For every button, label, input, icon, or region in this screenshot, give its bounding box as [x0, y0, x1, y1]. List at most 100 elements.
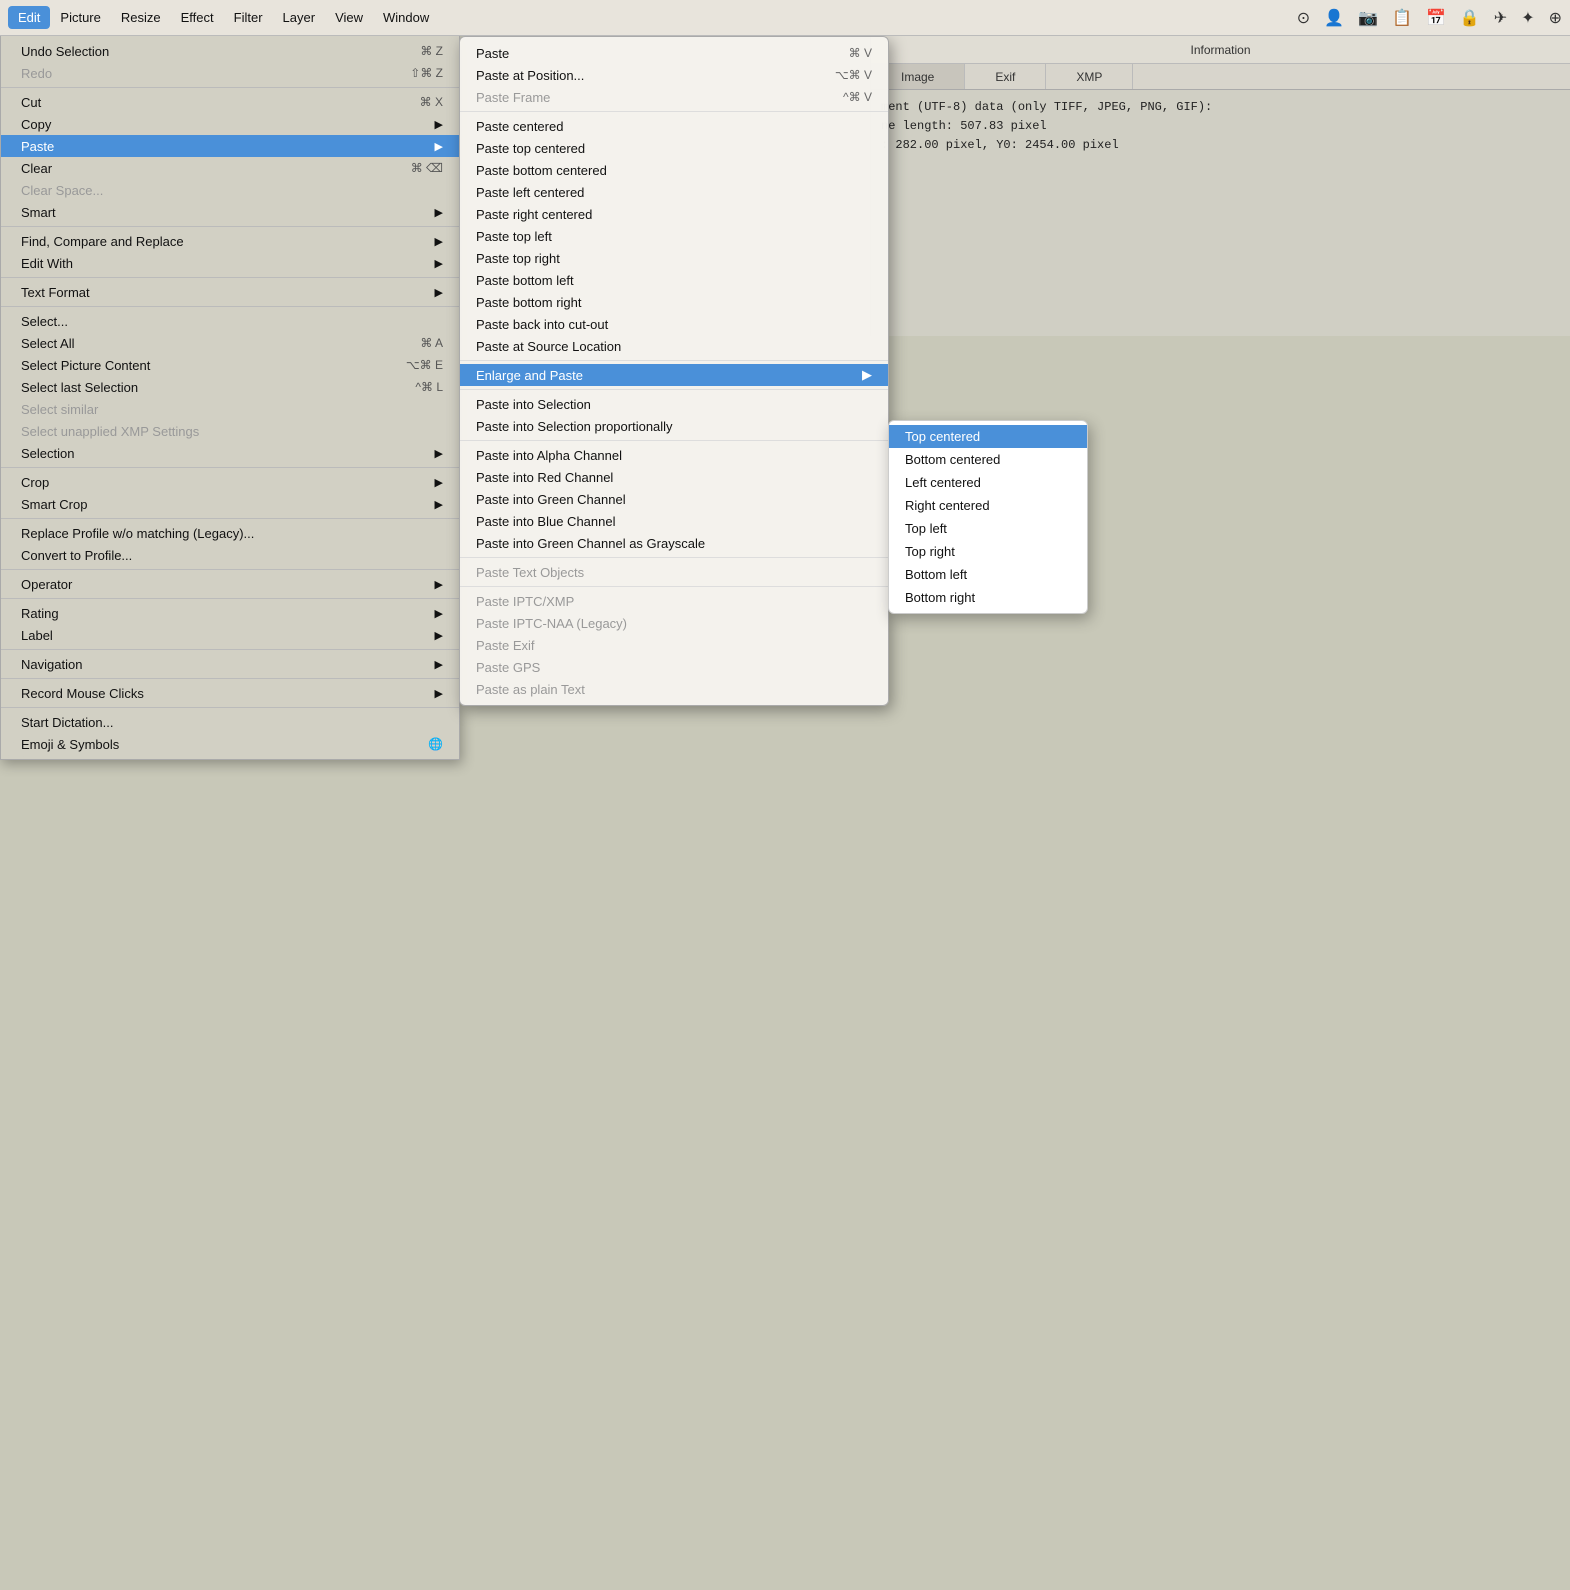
paste-top-centered[interactable]: Paste top centered: [460, 137, 888, 159]
menubar-view[interactable]: View: [325, 6, 373, 29]
menubar-resize[interactable]: Resize: [111, 6, 171, 29]
menu-undo[interactable]: Undo Selection ⌘ Z: [1, 40, 459, 62]
menu-redo-label: Redo: [21, 66, 52, 81]
enlarge-left-centered[interactable]: Left centered: [889, 471, 1087, 494]
menu-convert-profile[interactable]: Convert to Profile...: [1, 544, 459, 566]
clipboard-icon[interactable]: 📋: [1392, 8, 1412, 28]
menubar-filter[interactable]: Filter: [224, 6, 273, 29]
separator-2: [1, 226, 459, 227]
menu-crop[interactable]: Crop ▶: [1, 471, 459, 493]
menu-selection[interactable]: Selection ▶: [1, 442, 459, 464]
paste-right-centered[interactable]: Paste right centered: [460, 203, 888, 225]
menu-rating-label: Rating: [21, 606, 59, 621]
paste-bottom-right[interactable]: Paste bottom right: [460, 291, 888, 313]
menu-select-all-shortcut: ⌘ A: [420, 336, 443, 350]
menu-text-format[interactable]: Text Format ▶: [1, 281, 459, 303]
paste-at-position[interactable]: Paste at Position... ⌥⌘ V: [460, 64, 888, 86]
paste-red[interactable]: Paste into Red Channel: [460, 466, 888, 488]
menu-replace-profile[interactable]: Replace Profile w/o matching (Legacy)...: [1, 522, 459, 544]
menu-clear[interactable]: Clear ⌘ ⌫: [1, 157, 459, 179]
enlarge-right-centered[interactable]: Right centered: [889, 494, 1087, 517]
plane-icon[interactable]: ✈: [1494, 8, 1507, 28]
paste-source-location[interactable]: Paste at Source Location: [460, 335, 888, 357]
tab-exif[interactable]: Exif: [965, 64, 1046, 89]
paste-sep-2: [460, 360, 888, 361]
tab-xmp[interactable]: XMP: [1046, 64, 1133, 89]
separator-3: [1, 277, 459, 278]
menu-text-format-arrow: ▶: [435, 286, 443, 299]
paste-green[interactable]: Paste into Green Channel: [460, 488, 888, 510]
paste-bottom-centered[interactable]: Paste bottom centered: [460, 159, 888, 181]
menu-copy-label: Copy: [21, 117, 51, 132]
enlarge-bottom-left[interactable]: Bottom left: [889, 563, 1087, 586]
menu-navigation-arrow: ▶: [435, 658, 443, 671]
lock-icon[interactable]: 🔒: [1460, 8, 1480, 28]
menu-navigation[interactable]: Navigation ▶: [1, 653, 459, 675]
target-icon[interactable]: ⊙: [1297, 8, 1310, 28]
paste-into-selection[interactable]: Paste into Selection: [460, 393, 888, 415]
enlarge-bottom-centered[interactable]: Bottom centered: [889, 448, 1087, 471]
menu-record-mouse[interactable]: Record Mouse Clicks ▶: [1, 682, 459, 704]
enlarge-top-right[interactable]: Top right: [889, 540, 1087, 563]
menu-copy[interactable]: Copy ▶: [1, 113, 459, 135]
separator-9: [1, 649, 459, 650]
paste-back-cutout[interactable]: Paste back into cut-out: [460, 313, 888, 335]
paste-left-centered-label: Paste left centered: [476, 185, 584, 200]
paste-centered[interactable]: Paste centered: [460, 115, 888, 137]
camera-icon[interactable]: 📷: [1358, 8, 1378, 28]
menu-smart[interactable]: Smart ▶: [1, 201, 459, 223]
menu-smart-arrow: ▶: [435, 206, 443, 219]
paste-text-objects: Paste Text Objects: [460, 561, 888, 583]
enlarge-top-left[interactable]: Top left: [889, 517, 1087, 540]
enlarge-top-left-label: Top left: [905, 521, 947, 536]
menubar-edit[interactable]: Edit: [8, 6, 50, 29]
paste-green-grayscale[interactable]: Paste into Green Channel as Grayscale: [460, 532, 888, 554]
menu-select[interactable]: Select...: [1, 310, 459, 332]
menubar-window[interactable]: Window: [373, 6, 439, 29]
menu-label[interactable]: Label ▶: [1, 624, 459, 646]
menu-rating[interactable]: Rating ▶: [1, 602, 459, 624]
menu-replace-profile-label: Replace Profile w/o matching (Legacy)...: [21, 526, 254, 541]
paste-gps: Paste GPS: [460, 656, 888, 678]
menubar-effect[interactable]: Effect: [171, 6, 224, 29]
menu-smart-crop[interactable]: Smart Crop ▶: [1, 493, 459, 515]
paste-submenu: Paste ⌘ V Paste at Position... ⌥⌘ V Past…: [459, 36, 889, 706]
paste-left-centered[interactable]: Paste left centered: [460, 181, 888, 203]
menu-navigation-label: Navigation: [21, 657, 82, 672]
menu-edit-with[interactable]: Edit With ▶: [1, 252, 459, 274]
menubar-picture[interactable]: Picture: [50, 6, 110, 29]
menubar-layer[interactable]: Layer: [273, 6, 326, 29]
menu-select-all[interactable]: Select All ⌘ A: [1, 332, 459, 354]
menu-select-picture[interactable]: Select Picture Content ⌥⌘ E: [1, 354, 459, 376]
paste-green-grayscale-label: Paste into Green Channel as Grayscale: [476, 536, 705, 551]
enlarge-top-centered[interactable]: Top centered: [889, 425, 1087, 448]
info-panel: Information Image Exif XMP ment (UTF-8) …: [870, 36, 1570, 336]
plus-circle-icon[interactable]: ⊕: [1549, 8, 1562, 28]
paste-bottom-left[interactable]: Paste bottom left: [460, 269, 888, 291]
paste-top-left[interactable]: Paste top left: [460, 225, 888, 247]
paste-into-selection-prop[interactable]: Paste into Selection proportionally: [460, 415, 888, 437]
paste-blue[interactable]: Paste into Blue Channel: [460, 510, 888, 532]
paste-alpha[interactable]: Paste into Alpha Channel: [460, 444, 888, 466]
user-icon[interactable]: 👤: [1324, 8, 1344, 28]
menu-find[interactable]: Find, Compare and Replace ▶: [1, 230, 459, 252]
menu-copy-arrow: ▶: [435, 118, 443, 131]
paste-top-right[interactable]: Paste top right: [460, 247, 888, 269]
separator-1: [1, 87, 459, 88]
enlarge-bottom-right[interactable]: Bottom right: [889, 586, 1087, 609]
paste-paste-shortcut: ⌘ V: [849, 46, 872, 60]
menu-paste[interactable]: Paste ▶: [1, 135, 459, 157]
paste-paste[interactable]: Paste ⌘ V: [460, 42, 888, 64]
menu-select-last[interactable]: Select last Selection ^⌘ L: [1, 376, 459, 398]
menu-dictation[interactable]: Start Dictation...: [1, 711, 459, 733]
paste-top-centered-label: Paste top centered: [476, 141, 585, 156]
menu-cut[interactable]: Cut ⌘ X: [1, 91, 459, 113]
star-icon[interactable]: ✦: [1521, 8, 1534, 28]
menu-operator[interactable]: Operator ▶: [1, 573, 459, 595]
menu-rating-arrow: ▶: [435, 607, 443, 620]
paste-alpha-label: Paste into Alpha Channel: [476, 448, 622, 463]
paste-enlarge[interactable]: Enlarge and Paste ▶: [460, 364, 888, 386]
calendar-icon[interactable]: 📅: [1426, 8, 1446, 28]
menu-record-mouse-arrow: ▶: [435, 687, 443, 700]
menu-emoji[interactable]: Emoji & Symbols 🌐: [1, 733, 459, 755]
